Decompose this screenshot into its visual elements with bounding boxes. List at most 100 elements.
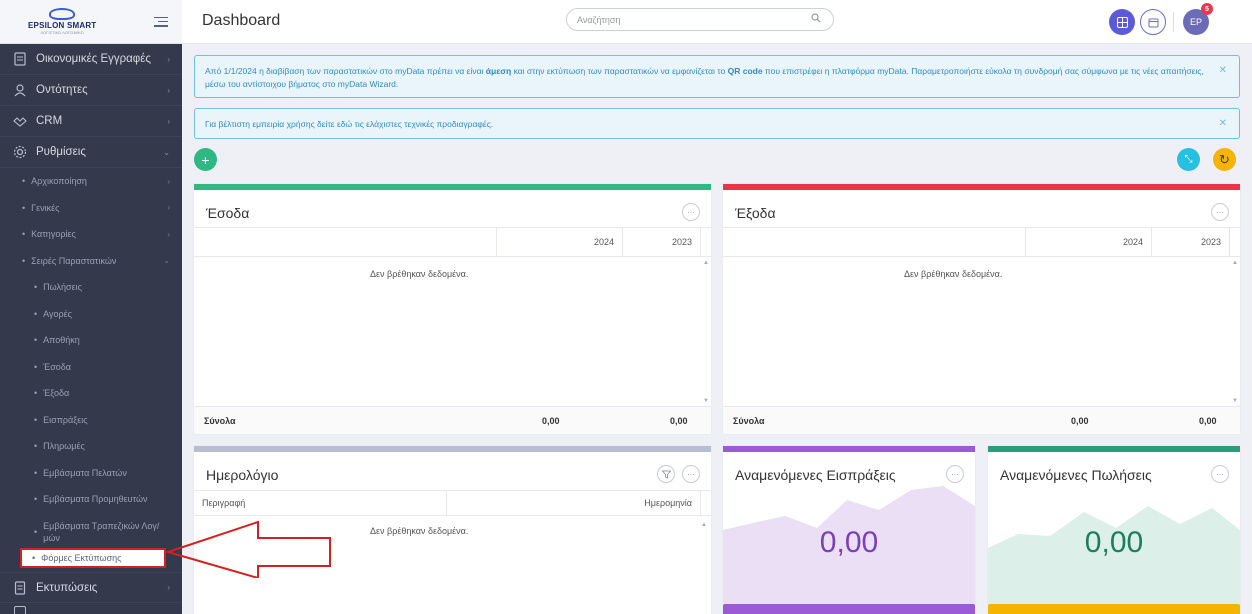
close-icon[interactable]: ✕	[1219, 118, 1227, 129]
bullet-icon: •	[32, 553, 36, 563]
mydata-alert: Από 1/1/2024 η διαβίβαση των παραστατικώ…	[194, 55, 1240, 98]
sidebar-subitem-label: Αγορές	[43, 308, 72, 319]
card-title: Έσοδα	[206, 205, 250, 221]
alert-text: και στην εκτύπωση των παραστατικών να εμ…	[511, 66, 728, 76]
chevron-right-icon: ›	[167, 85, 170, 95]
totals-label: Σύνολα	[733, 415, 765, 426]
total-2024: 0,00	[1071, 415, 1089, 426]
scrollbar[interactable]: ▲ ▼	[703, 260, 709, 404]
sidebar-subitem-label: Κατηγορίες	[31, 229, 76, 240]
sidebar-item-label: Οικονομικές Εγγραφές	[36, 53, 151, 65]
sidebar-subitem-label: Έξοδα	[43, 388, 70, 399]
calendar-button[interactable]	[1140, 9, 1166, 35]
header-cell-2024: 2024	[1026, 228, 1152, 256]
sidebar-subitem-label: Εμβάσματα Προμηθευτών	[43, 494, 148, 505]
sidebar-subitem-warehouse[interactable]: • Αποθήκη	[0, 327, 182, 354]
sidebar-subitem-label: Πληρωμές	[43, 441, 85, 452]
total-2024: 0,00	[542, 415, 560, 426]
header-cell-2023: 2023	[623, 228, 701, 256]
chevron-down-icon: ⌄	[163, 256, 170, 266]
search-placeholder: Αναζήτηση	[577, 14, 621, 25]
sidebar-subitem-payments[interactable]: • Πληρωμές	[0, 433, 182, 460]
sidebar-subitem-label: Σειρές Παραστατικών	[31, 255, 117, 266]
users-icon	[12, 82, 28, 98]
card-title: Αναμενόμενες Πωλήσεις	[1000, 467, 1152, 483]
chevron-right-icon: ›	[167, 116, 170, 126]
expenses-card: Έξοδα ··· 2024 2023 Δεν βρέθηκαν δεδομέν…	[723, 184, 1240, 434]
card-title: Ημερολόγιο	[206, 467, 279, 483]
sidebar-subitem-receipts[interactable]: • Εισπράξεις	[0, 407, 182, 434]
grid-icon	[1116, 16, 1128, 28]
document-icon	[12, 580, 28, 596]
scroll-up-icon[interactable]: ▲	[701, 522, 707, 528]
ledger-icon	[12, 51, 28, 67]
alert-bold-text: άμεση	[485, 66, 512, 76]
sidebar-subitem-categories[interactable]: • Κατηγορίες ›	[0, 221, 182, 248]
topbar-divider	[1173, 12, 1174, 32]
sidebar-item-settings[interactable]: Ρυθμίσεις ⌄	[0, 137, 182, 168]
hamburger-menu-icon[interactable]	[154, 16, 168, 27]
topbar: Dashboard Αναζήτηση EP 5	[182, 0, 1252, 44]
reset-button[interactable]: ↻	[1213, 148, 1236, 171]
scrollbar[interactable]: ▲ ▼	[1232, 260, 1238, 404]
sidebar-subitem-bank-remittances[interactable]: • Εμβάσματα Τραπεζικών Λογ/μών	[0, 513, 182, 551]
add-widget-button[interactable]: +	[194, 148, 217, 171]
chevron-right-icon: ›	[167, 54, 170, 64]
logo-mark-icon	[49, 8, 76, 20]
search-input[interactable]: Αναζήτηση	[566, 8, 834, 31]
header-cell-date: Ημερομηνία	[447, 491, 701, 515]
totals-label: Σύνολα	[204, 415, 236, 426]
sidebar: EPSILON SMART ΛΟΓΙΣΤΙΚΟ ΛΟΓΙΣΜΙΚΟ Οικονο…	[0, 0, 182, 614]
collapse-button[interactable]: ⤡	[1177, 148, 1200, 171]
close-icon[interactable]: ✕	[1219, 64, 1227, 77]
sidebar-subitem-label: Αποθήκη	[43, 335, 80, 346]
sidebar-subitem-expenses[interactable]: • Έξοδα	[0, 380, 182, 407]
compress-icon: ⤡	[1184, 154, 1193, 165]
header-cell-2023: 2023	[1152, 228, 1230, 256]
sidebar-item-crm[interactable]: CRM ›	[0, 106, 182, 137]
more-options-icon[interactable]: ···	[1211, 465, 1229, 483]
next-card-top-yellow	[988, 604, 1240, 614]
sidebar-subitem-general[interactable]: • Γενικές ›	[0, 195, 182, 222]
more-options-icon[interactable]: ···	[682, 465, 700, 483]
empty-message: Δεν βρέθηκαν δεδομένα.	[370, 269, 469, 279]
specs-alert: Για βέλτιστη εμπειρία χρήσης δείτε εδώ τ…	[194, 108, 1240, 139]
receipts-value: 0,00	[819, 526, 879, 559]
print-forms-highlight[interactable]: • Φόρμες Εκτύπωσης	[20, 548, 166, 568]
card-title: Αναμενόμενες Εισπράξεις	[735, 467, 896, 483]
sidebar-subitem-label: Γενικές	[31, 202, 60, 213]
sidebar-item-printouts[interactable]: Εκτυπώσεις ›	[0, 572, 182, 603]
sidebar-subitem-purchases[interactable]: • Αγορές	[0, 301, 182, 328]
brand-logo[interactable]: EPSILON SMART ΛΟΓΙΣΤΙΚΟ ΛΟΓΙΣΜΙΚΟ	[28, 8, 96, 35]
page-title: Dashboard	[202, 12, 281, 29]
more-options-icon[interactable]: ···	[946, 465, 964, 483]
empty-message: Δεν βρέθηκαν δεδομένα.	[904, 269, 1003, 279]
header-cell	[194, 228, 497, 256]
sidebar-subitem-document-series[interactable]: • Σειρές Παραστατικών ⌄	[0, 248, 182, 275]
table-footer: Σύνολα 0,00 0,00	[194, 406, 711, 434]
filter-icon[interactable]	[657, 465, 675, 483]
expected-sales-card: Αναμενόμενες Πωλήσεις ··· 0,00	[988, 446, 1240, 614]
income-card: Έσοδα ··· 2024 2023 Δεν βρέθηκαν δεδομέν…	[194, 184, 711, 434]
more-options-icon[interactable]: ···	[1211, 203, 1229, 221]
sidebar-subitem-income[interactable]: • Έσοδα	[0, 354, 182, 381]
sidebar-item-label: Εκτυπώσεις	[36, 581, 98, 594]
sidebar-subitem-sales[interactable]: • Πωλήσεις	[0, 274, 182, 301]
chevron-down-icon: ⌄	[163, 147, 170, 157]
sidebar-subitem-initialization[interactable]: • Αρχικοποίηση ›	[0, 168, 182, 195]
sidebar-subitem-supplier-remittances[interactable]: • Εμβάσματα Προμηθευτών	[0, 486, 182, 513]
sidebar-item-entities[interactable]: Οντότητες ›	[0, 75, 182, 106]
sidebar-subitem-label: Εμβάσματα Τραπεζικών Λογ/μών	[43, 520, 160, 543]
sidebar-subitem-customer-remittances[interactable]: • Εμβάσματα Πελατών	[0, 460, 182, 487]
more-options-icon[interactable]: ···	[682, 203, 700, 221]
total-2023: 0,00	[1199, 415, 1217, 426]
table-header: 2024 2023	[723, 227, 1240, 257]
sidebar-item-financial-entries[interactable]: Οικονομικές Εγγραφές ›	[0, 44, 182, 75]
next-card-top-purple	[723, 604, 975, 614]
plus-icon: +	[201, 151, 210, 168]
sidebar-subitem-label: Πωλήσεις	[43, 282, 82, 293]
apps-grid-button[interactable]	[1109, 9, 1135, 35]
sales-value: 0,00	[1084, 526, 1144, 559]
alert-text[interactable]: Για βέλτιστη εμπειρία χρήσης δείτε εδώ τ…	[205, 119, 493, 129]
logo-subtitle: ΛΟΓΙΣΤΙΚΟ ΛΟΓΙΣΜΙΚΟ	[40, 30, 84, 35]
